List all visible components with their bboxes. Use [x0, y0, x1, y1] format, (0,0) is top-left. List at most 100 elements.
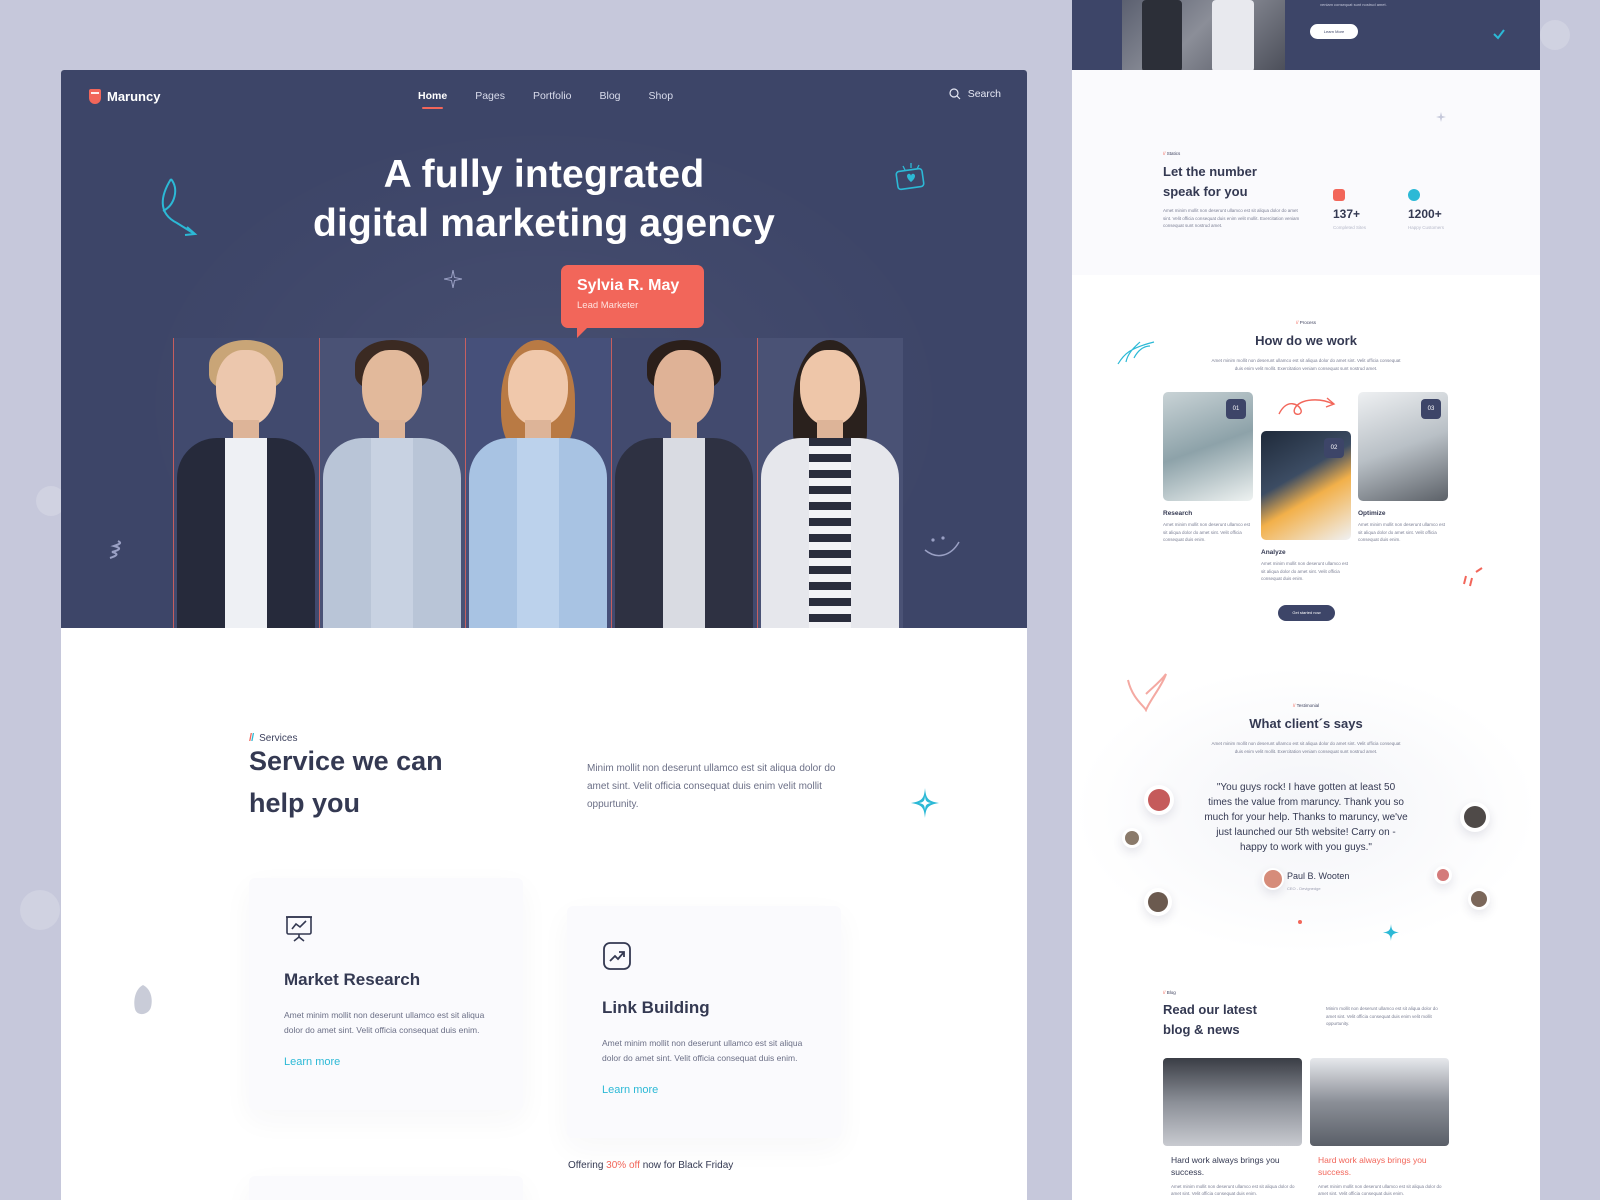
- step-text: Amet minim mollit non deserunt ullamco e…: [1358, 522, 1446, 542]
- search-icon: [949, 88, 961, 100]
- process-eyebrow: // Process: [1295, 320, 1317, 325]
- blog-eyebrow-label: Blog: [1166, 990, 1176, 995]
- author-avatar: [1262, 868, 1284, 890]
- testimonial-heading: What client´s says: [1249, 716, 1363, 731]
- service-card-title: Market Research: [284, 970, 421, 989]
- testimonial-eyebrow: // Testimonial: [1292, 703, 1320, 708]
- photo-divider: [173, 338, 174, 628]
- learn-more-link[interactable]: Learn more: [284, 1056, 340, 1068]
- step-text: Amet minim mollit non deserunt ullamco e…: [1261, 561, 1349, 581]
- speech-bubble-role: Lead Marketer: [577, 300, 639, 311]
- hero-headline: A fully integrated digital marketing age…: [61, 150, 1027, 248]
- trend-up-icon: [603, 942, 631, 970]
- black-friday-offer-text: Offering 30% off now for Black Friday: [568, 1160, 733, 1171]
- photo-divider: [611, 338, 612, 628]
- client-avatar[interactable]: [1468, 888, 1490, 910]
- stats-text: Amet minim mollit non deserunt ullamco e…: [1163, 208, 1300, 228]
- brand-name: Maruncy: [107, 89, 161, 104]
- blog-post-image[interactable]: [1163, 1058, 1302, 1146]
- nav-item-shop[interactable]: Shop: [649, 90, 674, 102]
- carousel-dot[interactable]: [1298, 920, 1302, 924]
- stats-heading: Let the number speak for you: [1163, 162, 1257, 202]
- blog-heading-line-1: Read our latest: [1163, 1002, 1257, 1017]
- step-optimize-image: 03: [1358, 392, 1448, 501]
- blog-post-title[interactable]: Hard work always brings you success.: [1171, 1154, 1306, 1178]
- step-number-badge: 02: [1324, 438, 1344, 458]
- team-member-photo: [757, 338, 903, 628]
- photo-divider: [465, 338, 466, 628]
- sparkle-icon: [1436, 112, 1446, 122]
- top-navigation: Maruncy Home Pages Portfolio Blog Shop S…: [61, 70, 1027, 126]
- services-section: // Services Service we can help you Mini…: [61, 628, 1027, 1200]
- heart-chat-icon: [895, 163, 925, 191]
- blog-heading-line-2: blog & news: [1163, 1022, 1240, 1037]
- step-title: Optimize: [1358, 510, 1386, 517]
- services-heading-line-1: Service we can: [249, 746, 443, 776]
- service-card-text: Amet minim mollit non deserunt ullamco e…: [284, 1010, 485, 1035]
- blog-post-image[interactable]: [1310, 1058, 1449, 1146]
- search-label: Search: [967, 88, 1001, 100]
- client-avatar[interactable]: [1460, 802, 1490, 832]
- hero-section: Maruncy Home Pages Portfolio Blog Shop S…: [61, 70, 1027, 628]
- nav-item-home[interactable]: Home: [418, 90, 447, 109]
- service-card-link-building[interactable]: Link Building Amet minim mollit non dese…: [567, 906, 841, 1138]
- client-avatar[interactable]: [1144, 888, 1172, 916]
- photo-divider: [319, 338, 320, 628]
- brand-logo[interactable]: Maruncy: [89, 89, 160, 104]
- testimonial-text: Amet minim mollit non deserunt ullamco e…: [1211, 741, 1401, 754]
- main-landing-page: Maruncy Home Pages Portfolio Blog Shop S…: [61, 70, 1027, 1200]
- testimonial-eyebrow-label: Testimonial: [1296, 703, 1320, 708]
- team-member-photo: [319, 338, 465, 628]
- blog-post-title[interactable]: Hard work always brings you success.: [1318, 1154, 1453, 1178]
- stats-eyebrow: // Statics: [1163, 151, 1181, 156]
- landing-page-preview: veniam consequat sunt nostrud amet. Lear…: [1072, 0, 1540, 1200]
- client-avatar[interactable]: [1122, 828, 1142, 848]
- stats-heading-line-2: speak for you: [1163, 184, 1248, 199]
- blog-eyebrow: // Blog: [1163, 990, 1176, 995]
- services-heading: Service we can help you: [249, 740, 443, 824]
- blog-intro-text: Minim mollit non deserunt ullamco est si…: [1326, 1006, 1438, 1026]
- step-analyze-image: 02: [1261, 431, 1351, 540]
- curved-arrow-icon: [1278, 397, 1336, 415]
- service-card-market-research[interactable]: Market Research Amet minim mollit non de…: [249, 878, 523, 1110]
- service-card-partial: [249, 1176, 523, 1200]
- client-avatar[interactable]: [1144, 785, 1174, 815]
- offer-prefix: Offering: [568, 1160, 604, 1171]
- process-eyebrow-label: Process: [1299, 320, 1317, 325]
- client-avatar[interactable]: [1434, 866, 1452, 884]
- burst-doodle-icon: [1463, 567, 1483, 587]
- leaf-doodle-icon: [1117, 341, 1155, 365]
- nav-item-blog[interactable]: Blog: [600, 90, 621, 102]
- process-text: Amet minim mollit non deserunt ullamco e…: [1211, 358, 1401, 371]
- stat-value: 1200+: [1408, 207, 1442, 221]
- services-heading-line-2: help you: [249, 788, 361, 818]
- team-member-speech-bubble: Sylvia R. May Lead Marketer: [561, 265, 704, 338]
- step-title: Analyze: [1261, 549, 1286, 556]
- stats-section: // Statics Let the number speak for you …: [1072, 70, 1540, 275]
- sparkle-icon: [911, 788, 939, 818]
- service-card-text: Amet minim mollit non deserunt ullamco e…: [602, 1038, 803, 1063]
- stats-eyebrow-label: Statics: [1166, 151, 1181, 156]
- step-text: Amet minim mollit non deserunt ullamco e…: [1163, 522, 1251, 542]
- get-started-button[interactable]: Get started now: [1278, 605, 1335, 621]
- background-bubble: [20, 890, 60, 930]
- blog-post-text: Amet minim mollit non deserunt ullamco e…: [1318, 1184, 1442, 1196]
- stat-sites-icon: [1333, 189, 1345, 201]
- decorative-blob-icon: [134, 985, 152, 1015]
- swirl-arrow-doodle-icon: [161, 178, 198, 236]
- sparkle-icon: [1383, 924, 1399, 941]
- check-icon: [1493, 29, 1505, 40]
- preview-learn-more-button[interactable]: Learn More: [1310, 24, 1358, 39]
- speech-bubble-name: Sylvia R. May: [577, 277, 680, 294]
- search-button[interactable]: Search: [949, 88, 1001, 100]
- nav-item-portfolio[interactable]: Portfolio: [533, 90, 572, 102]
- main-menu: Home Pages Portfolio Blog Shop: [418, 90, 701, 109]
- hero-headline-line-1: A fully integrated: [383, 153, 705, 196]
- stats-heading-line-1: Let the number: [1163, 164, 1257, 179]
- team-photo-strip: [173, 338, 903, 628]
- step-number-badge: 03: [1421, 399, 1441, 419]
- nav-item-pages[interactable]: Pages: [475, 90, 505, 102]
- testimonial-quote: "You guys rock! I have gotten at least 5…: [1204, 782, 1408, 853]
- blog-heading: Read our latest blog & news: [1163, 1000, 1257, 1040]
- learn-more-link[interactable]: Learn more: [602, 1084, 658, 1096]
